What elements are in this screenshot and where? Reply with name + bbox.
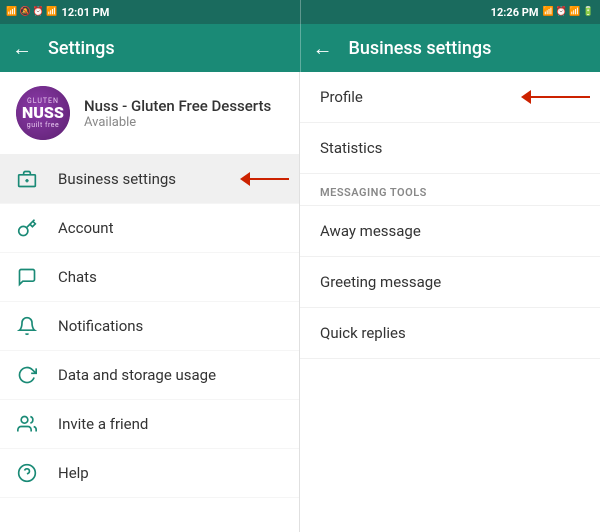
left-menu: Business settings Account Chats Notificatio… [0,155,299,498]
header-left: ← Settings [0,24,300,72]
status-bars: 📶 🔕 ⏰ 📶 12:01 PM 12:26 PM 📶 ⏰ 📶 🔋 [0,0,600,24]
right-menu-item-statistics[interactable]: Statistics [300,123,600,174]
right-menu-item-greeting-message[interactable]: Greeting message [300,257,600,308]
sidebar-item-invite[interactable]: Invite a friend [0,400,299,449]
chats-icon [16,267,38,287]
right-menu-label-statistics: Statistics [320,139,382,157]
sidebar-item-data-storage[interactable]: Data and storage usage [0,351,299,400]
sidebar-item-label-notifications: Notifications [58,317,143,335]
sidebar-item-label-business-settings: Business settings [58,170,176,188]
sidebar-item-label-help: Help [58,464,89,482]
right-menu-label-greeting-message: Greeting message [320,273,441,291]
header-bars: ← Settings ← Business settings [0,24,600,72]
notifications-icon [16,316,38,336]
sidebar-item-label-invite: Invite a friend [58,415,148,433]
data-storage-icon [16,365,38,385]
profile-name: Nuss - Gluten Free Desserts [84,97,283,115]
right-menu-item-away-message[interactable]: Away message [300,206,600,257]
sidebar-item-business-settings[interactable]: Business settings [0,155,299,204]
sidebar-item-help[interactable]: Help [0,449,299,498]
main-content: gluten NUSS guilt free Nuss - Gluten Fre… [0,72,600,532]
right-panel: Profile Statistics MESSAGING TOOLS Away mes… [300,72,600,532]
messaging-tools-section-label: MESSAGING TOOLS [300,174,600,206]
back-button-right[interactable]: ← [313,36,333,61]
right-header-title: Business settings [349,38,492,59]
account-icon [16,218,38,238]
sidebar-item-account[interactable]: Account [0,204,299,253]
left-panel: gluten NUSS guilt free Nuss - Gluten Fre… [0,72,300,532]
sidebar-item-notifications[interactable]: Notifications [0,302,299,351]
status-icons-right: 📶 ⏰ 📶 🔋 [542,7,594,17]
right-menu-label-profile: Profile [320,88,363,106]
arrow-line [249,178,289,180]
status-bar-right: 12:26 PM 📶 ⏰ 📶 🔋 [301,0,600,24]
status-icons-left: 📶 🔕 ⏰ 📶 [6,7,58,17]
business-settings-icon [16,169,38,189]
right-menu: Profile Statistics MESSAGING TOOLS Away mes… [300,72,600,359]
back-button-left[interactable]: ← [12,36,32,61]
right-menu-label-quick-replies: Quick replies [320,324,406,342]
header-right: ← Business settings [301,24,600,72]
status-time-right: 12:26 PM [491,6,539,19]
arrow-annotation-left [240,172,289,186]
status-time-left: 12:01 PM [62,6,110,19]
sidebar-item-chats[interactable]: Chats [0,253,299,302]
arrow-line-right [530,96,590,98]
avatar: gluten NUSS guilt free [16,86,70,140]
left-header-title: Settings [48,38,115,59]
help-icon [16,463,38,483]
right-menu-item-quick-replies[interactable]: Quick replies [300,308,600,359]
invite-icon [16,414,38,434]
right-menu-item-profile[interactable]: Profile [300,72,600,123]
profile-info: Nuss - Gluten Free Desserts Available [84,97,283,130]
sidebar-item-label-data-storage: Data and storage usage [58,366,216,384]
right-menu-label-away-message: Away message [320,222,421,240]
sidebar-item-label-account: Account [58,219,114,237]
arrow-annotation-right [521,90,590,104]
profile-section[interactable]: gluten NUSS guilt free Nuss - Gluten Fre… [0,72,299,155]
status-bar-left: 📶 🔕 ⏰ 📶 12:01 PM [0,0,300,24]
sidebar-item-label-chats: Chats [58,268,97,286]
profile-status: Available [84,115,283,130]
